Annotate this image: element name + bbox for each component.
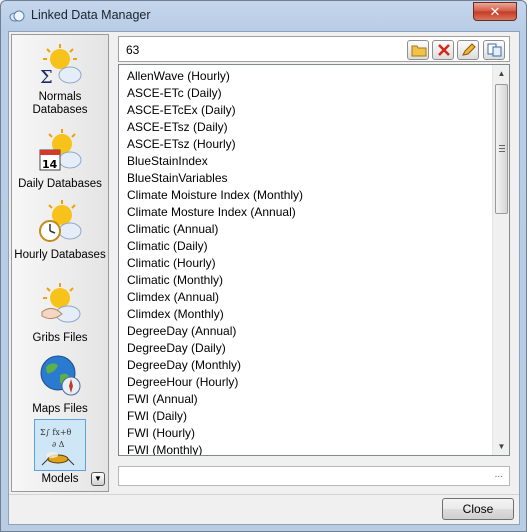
- sidebar-label-gribs: Gribs Files: [32, 332, 88, 344]
- copy-button[interactable]: [483, 40, 505, 60]
- list-item[interactable]: Climatic (Annual): [127, 221, 487, 238]
- scroll-grip-icon: [499, 145, 505, 152]
- title-bar[interactable]: Linked Data Manager ✕: [1, 1, 526, 31]
- sidebar-label-daily: Daily Databases: [18, 178, 102, 190]
- model-list[interactable]: AllenWave (Hourly) ASCE-ETc (Daily) ASCE-E…: [118, 64, 510, 456]
- sidebar-more-button[interactable]: ▼: [91, 472, 105, 486]
- sidebar-label-hourly: Hourly Databases: [14, 249, 106, 261]
- maps-file-icon: [40, 355, 81, 396]
- list-item[interactable]: Climatic (Monthly): [127, 272, 487, 289]
- linked-data-manager-window: Linked Data Manager ✕ Σ Normals Database…: [0, 0, 527, 532]
- item-count: 63: [126, 43, 140, 57]
- models-icon: Σ∫ fx+θ ∂ Δ: [40, 428, 75, 466]
- sidebar-item-hourly-databases[interactable]: Hourly Databases: [14, 195, 106, 265]
- window-close-button[interactable]: ✕: [473, 2, 517, 21]
- list-item[interactable]: Climate Mosture Index (Annual): [127, 204, 487, 221]
- list-item[interactable]: FWI (Monthly): [127, 442, 487, 455]
- open-folder-icon: [411, 45, 427, 57]
- list-item[interactable]: ASCE-ETsz (Daily): [127, 119, 487, 136]
- sidebar-item-normals-databases[interactable]: Σ Normals Databases: [14, 39, 106, 116]
- list-item[interactable]: FWI (Annual): [127, 391, 487, 408]
- model-list-items: AllenWave (Hourly) ASCE-ETc (Daily) ASCE-E…: [127, 68, 487, 455]
- delete-button[interactable]: [432, 40, 454, 60]
- svg-text:Σ∫ fx+θ: Σ∫ fx+θ: [40, 428, 72, 437]
- category-sidebar: Σ Normals Databases 14 Daily Databases H…: [11, 34, 109, 492]
- scroll-up-arrow-icon[interactable]: ▲: [493, 65, 509, 82]
- list-item[interactable]: Climdex (Monthly): [127, 306, 487, 323]
- list-scrollbar[interactable]: ▲ ▼: [492, 65, 509, 455]
- main-panel: 63 AllenWave (Hourly) ASCE-ETc (Daily) A…: [117, 36, 512, 488]
- edit-button[interactable]: [457, 40, 479, 60]
- sidebar-item-daily-databases[interactable]: 14 Daily Databases: [14, 124, 106, 194]
- list-item[interactable]: ASCE-ETsz (Hourly): [127, 136, 487, 153]
- app-cloud-icon: [9, 10, 25, 22]
- footer-separator: [9, 494, 519, 495]
- hourly-database-icon: [39, 200, 82, 242]
- list-item[interactable]: DegreeHour (Hourly): [127, 374, 487, 391]
- list-item[interactable]: BlueStainIndex: [127, 153, 487, 170]
- edit-icon: [462, 43, 476, 56]
- list-item[interactable]: DegreeDay (Annual): [127, 323, 487, 340]
- sidebar-label-maps: Maps Files: [32, 403, 88, 415]
- list-item[interactable]: FWI (Daily): [127, 408, 487, 425]
- close-button[interactable]: Close: [442, 498, 514, 520]
- svg-text:14: 14: [42, 158, 58, 171]
- sidebar-item-gribs-files[interactable]: Gribs Files: [14, 278, 106, 348]
- list-item[interactable]: Climate Moisture Index (Monthly): [127, 187, 487, 204]
- open-folder-button[interactable]: [407, 40, 429, 60]
- svg-text:∂ Δ: ∂ Δ: [52, 440, 65, 449]
- list-item[interactable]: AllenWave (Hourly): [127, 68, 487, 85]
- delete-icon: [438, 44, 450, 56]
- list-item[interactable]: ASCE-ETcEx (Daily): [127, 102, 487, 119]
- list-header: 63: [118, 36, 510, 62]
- sidebar-item-maps-files[interactable]: Maps Files: [14, 349, 106, 419]
- window-title: Linked Data Manager: [31, 8, 151, 22]
- list-item[interactable]: BlueStainVariables: [127, 170, 487, 187]
- gribs-file-icon: [41, 283, 81, 323]
- list-item[interactable]: DegreeDay (Daily): [127, 340, 487, 357]
- sidebar-label-normals: Normals Databases: [32, 91, 88, 116]
- client-area: Σ Normals Databases 14 Daily Databases H…: [8, 31, 520, 525]
- list-item[interactable]: Climdex (Annual): [127, 289, 487, 306]
- daily-database-icon: 14: [39, 129, 82, 171]
- browse-ellipsis-button[interactable]: ...: [495, 469, 503, 480]
- list-item[interactable]: DegreeDay (Monthly): [127, 357, 487, 374]
- list-item[interactable]: ASCE-ETc (Daily): [127, 85, 487, 102]
- list-item[interactable]: Climatic (Hourly): [127, 255, 487, 272]
- normals-database-icon: Σ: [40, 44, 82, 87]
- scroll-down-arrow-icon[interactable]: ▼: [493, 438, 509, 455]
- path-field[interactable]: ...: [118, 466, 510, 486]
- list-item[interactable]: FWI (Hourly): [127, 425, 487, 442]
- list-item[interactable]: Climatic (Daily): [127, 238, 487, 255]
- copy-icon: [487, 43, 502, 57]
- scroll-thumb[interactable]: [495, 84, 508, 214]
- svg-text:Σ: Σ: [40, 67, 53, 87]
